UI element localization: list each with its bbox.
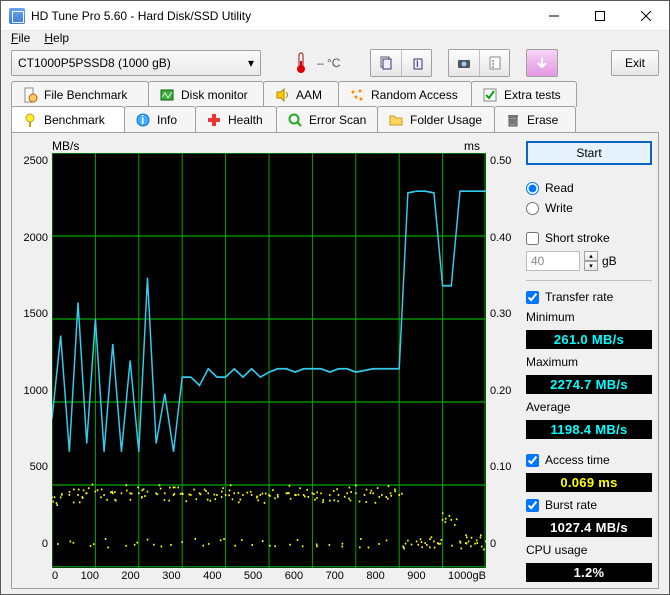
tab-row-upper: File Benchmark Disk monitor AAM Random A… — [11, 81, 659, 107]
chevron-down-icon: ▾ — [248, 56, 254, 70]
toolbar-group-1: i — [370, 49, 432, 77]
transfer-rate-line — [52, 191, 486, 452]
device-label: CT1000P5PSSD8 (1000 gB) — [18, 56, 171, 70]
window-title: HD Tune Pro 5.60 - Hard Disk/SSD Utility — [31, 9, 531, 23]
exit-button[interactable]: Exit — [611, 50, 659, 76]
file-benchmark-icon — [22, 87, 38, 103]
tab-aam[interactable]: AAM — [263, 81, 339, 107]
tab-row-lower: Benchmark iInfo Health Error Scan Folder… — [11, 106, 659, 132]
error-scan-icon — [287, 112, 303, 128]
exit-label: Exit — [625, 56, 645, 70]
radio-read[interactable]: Read — [526, 181, 652, 195]
erase-icon — [505, 112, 521, 128]
copy-info-button[interactable]: i — [401, 50, 431, 76]
temperature-value: – °C — [317, 56, 340, 70]
health-icon — [206, 112, 222, 128]
y-axis-label: MB/s — [52, 139, 79, 153]
info-icon: i — [135, 112, 151, 128]
chart-plot — [52, 153, 486, 568]
radio-write-input[interactable] — [526, 202, 539, 215]
tab-file-benchmark[interactable]: File Benchmark — [11, 81, 149, 107]
avg-value: 1198.4 MB/s — [526, 420, 652, 439]
max-value: 2274.7 MB/s — [526, 375, 652, 394]
device-dropdown[interactable]: CT1000P5PSSD8 (1000 gB) ▾ — [11, 50, 261, 76]
y2-axis-label: ms — [464, 139, 480, 153]
y-axis: 2500 2000 1500 1000 500 0 — [18, 153, 52, 568]
aam-icon — [274, 87, 290, 103]
check-short-stroke[interactable]: Short stroke — [526, 231, 652, 245]
menubar: File Help — [1, 31, 669, 45]
minimize-icon — [549, 11, 559, 21]
chart-area: MB/s ms 2500 2000 1500 1000 500 0 — [18, 139, 518, 582]
svg-text:i: i — [416, 56, 419, 70]
access-time-checkbox[interactable] — [526, 454, 539, 467]
titlebar: HD Tune Pro 5.60 - Hard Disk/SSD Utility — [1, 1, 669, 31]
options-button[interactable] — [479, 50, 509, 76]
minimize-button[interactable] — [531, 1, 577, 31]
short-stroke-value-row: ▴▾ gB — [526, 251, 652, 271]
random-access-icon — [349, 87, 365, 103]
spin-down-icon[interactable]: ▾ — [584, 261, 598, 271]
cpu-label: CPU usage — [526, 543, 652, 557]
min-label: Minimum — [526, 310, 652, 324]
tab-random-access[interactable]: Random Access — [338, 81, 472, 107]
radio-write[interactable]: Write — [526, 201, 652, 215]
app-window: HD Tune Pro 5.60 - Hard Disk/SSD Utility… — [0, 0, 670, 595]
short-stroke-spinner[interactable]: ▴▾ — [584, 251, 598, 271]
disk-monitor-icon — [159, 87, 175, 103]
svg-text:i: i — [141, 113, 144, 127]
toolbar: CT1000P5PSSD8 (1000 gB) ▾ – °C i Exit — [1, 45, 669, 81]
min-value: 261.0 MB/s — [526, 330, 652, 349]
radio-read-input[interactable] — [526, 182, 539, 195]
access-value: 0.069 ms — [526, 473, 652, 492]
x-axis: 0 100 200 300 400 500 600 700 800 900 10… — [18, 568, 486, 582]
screenshot-button[interactable] — [449, 50, 479, 76]
copy-button[interactable] — [371, 50, 401, 76]
tab-info[interactable]: iInfo — [124, 106, 196, 132]
transfer-rate-checkbox[interactable] — [526, 291, 539, 304]
start-button[interactable]: Start — [526, 141, 652, 165]
side-panel: Start Read Write Short stroke ▴▾ gB Tran… — [526, 139, 652, 582]
benchmark-icon — [22, 112, 38, 128]
folder-icon — [388, 112, 404, 128]
y2-axis: 0.50 0.40 0.30 0.20 0.10 0 — [486, 153, 518, 568]
content-panel: MB/s ms 2500 2000 1500 1000 500 0 — [11, 132, 659, 589]
thermometer-icon — [291, 51, 311, 75]
tab-extra-tests[interactable]: Extra tests — [471, 81, 577, 107]
tab-benchmark[interactable]: Benchmark — [11, 106, 125, 132]
tab-erase[interactable]: Erase — [494, 106, 576, 132]
check-transfer-rate[interactable]: Transfer rate — [526, 290, 652, 304]
stroke-unit-label: gB — [602, 254, 617, 268]
cpu-value: 1.2% — [526, 563, 652, 582]
maximize-icon — [595, 11, 605, 21]
toolbar-group-3 — [526, 49, 558, 77]
spin-up-icon[interactable]: ▴ — [584, 251, 598, 261]
check-burst-rate[interactable]: Burst rate — [526, 498, 652, 512]
access-time-dots — [52, 484, 486, 551]
menu-file[interactable]: File — [11, 31, 30, 45]
window-buttons — [531, 1, 669, 31]
max-label: Maximum — [526, 355, 652, 369]
tab-error-scan[interactable]: Error Scan — [276, 106, 378, 132]
burst-value: 1027.4 MB/s — [526, 518, 652, 537]
save-button[interactable] — [527, 50, 557, 76]
tab-folder-usage[interactable]: Folder Usage — [377, 106, 495, 132]
tab-disk-monitor[interactable]: Disk monitor — [148, 81, 264, 107]
app-icon — [9, 8, 25, 24]
menu-help[interactable]: Help — [44, 31, 69, 45]
burst-rate-checkbox[interactable] — [526, 499, 539, 512]
short-stroke-input[interactable] — [526, 251, 580, 271]
tab-strip: File Benchmark Disk monitor AAM Random A… — [1, 81, 669, 133]
close-icon — [641, 11, 651, 21]
short-stroke-checkbox[interactable] — [526, 232, 539, 245]
maximize-button[interactable] — [577, 1, 623, 31]
extra-tests-icon — [482, 87, 498, 103]
tab-health[interactable]: Health — [195, 106, 277, 132]
check-access-time[interactable]: Access time — [526, 453, 652, 467]
close-button[interactable] — [623, 1, 669, 31]
avg-label: Average — [526, 400, 652, 414]
toolbar-group-2 — [448, 49, 510, 77]
chart-traces — [52, 153, 486, 568]
